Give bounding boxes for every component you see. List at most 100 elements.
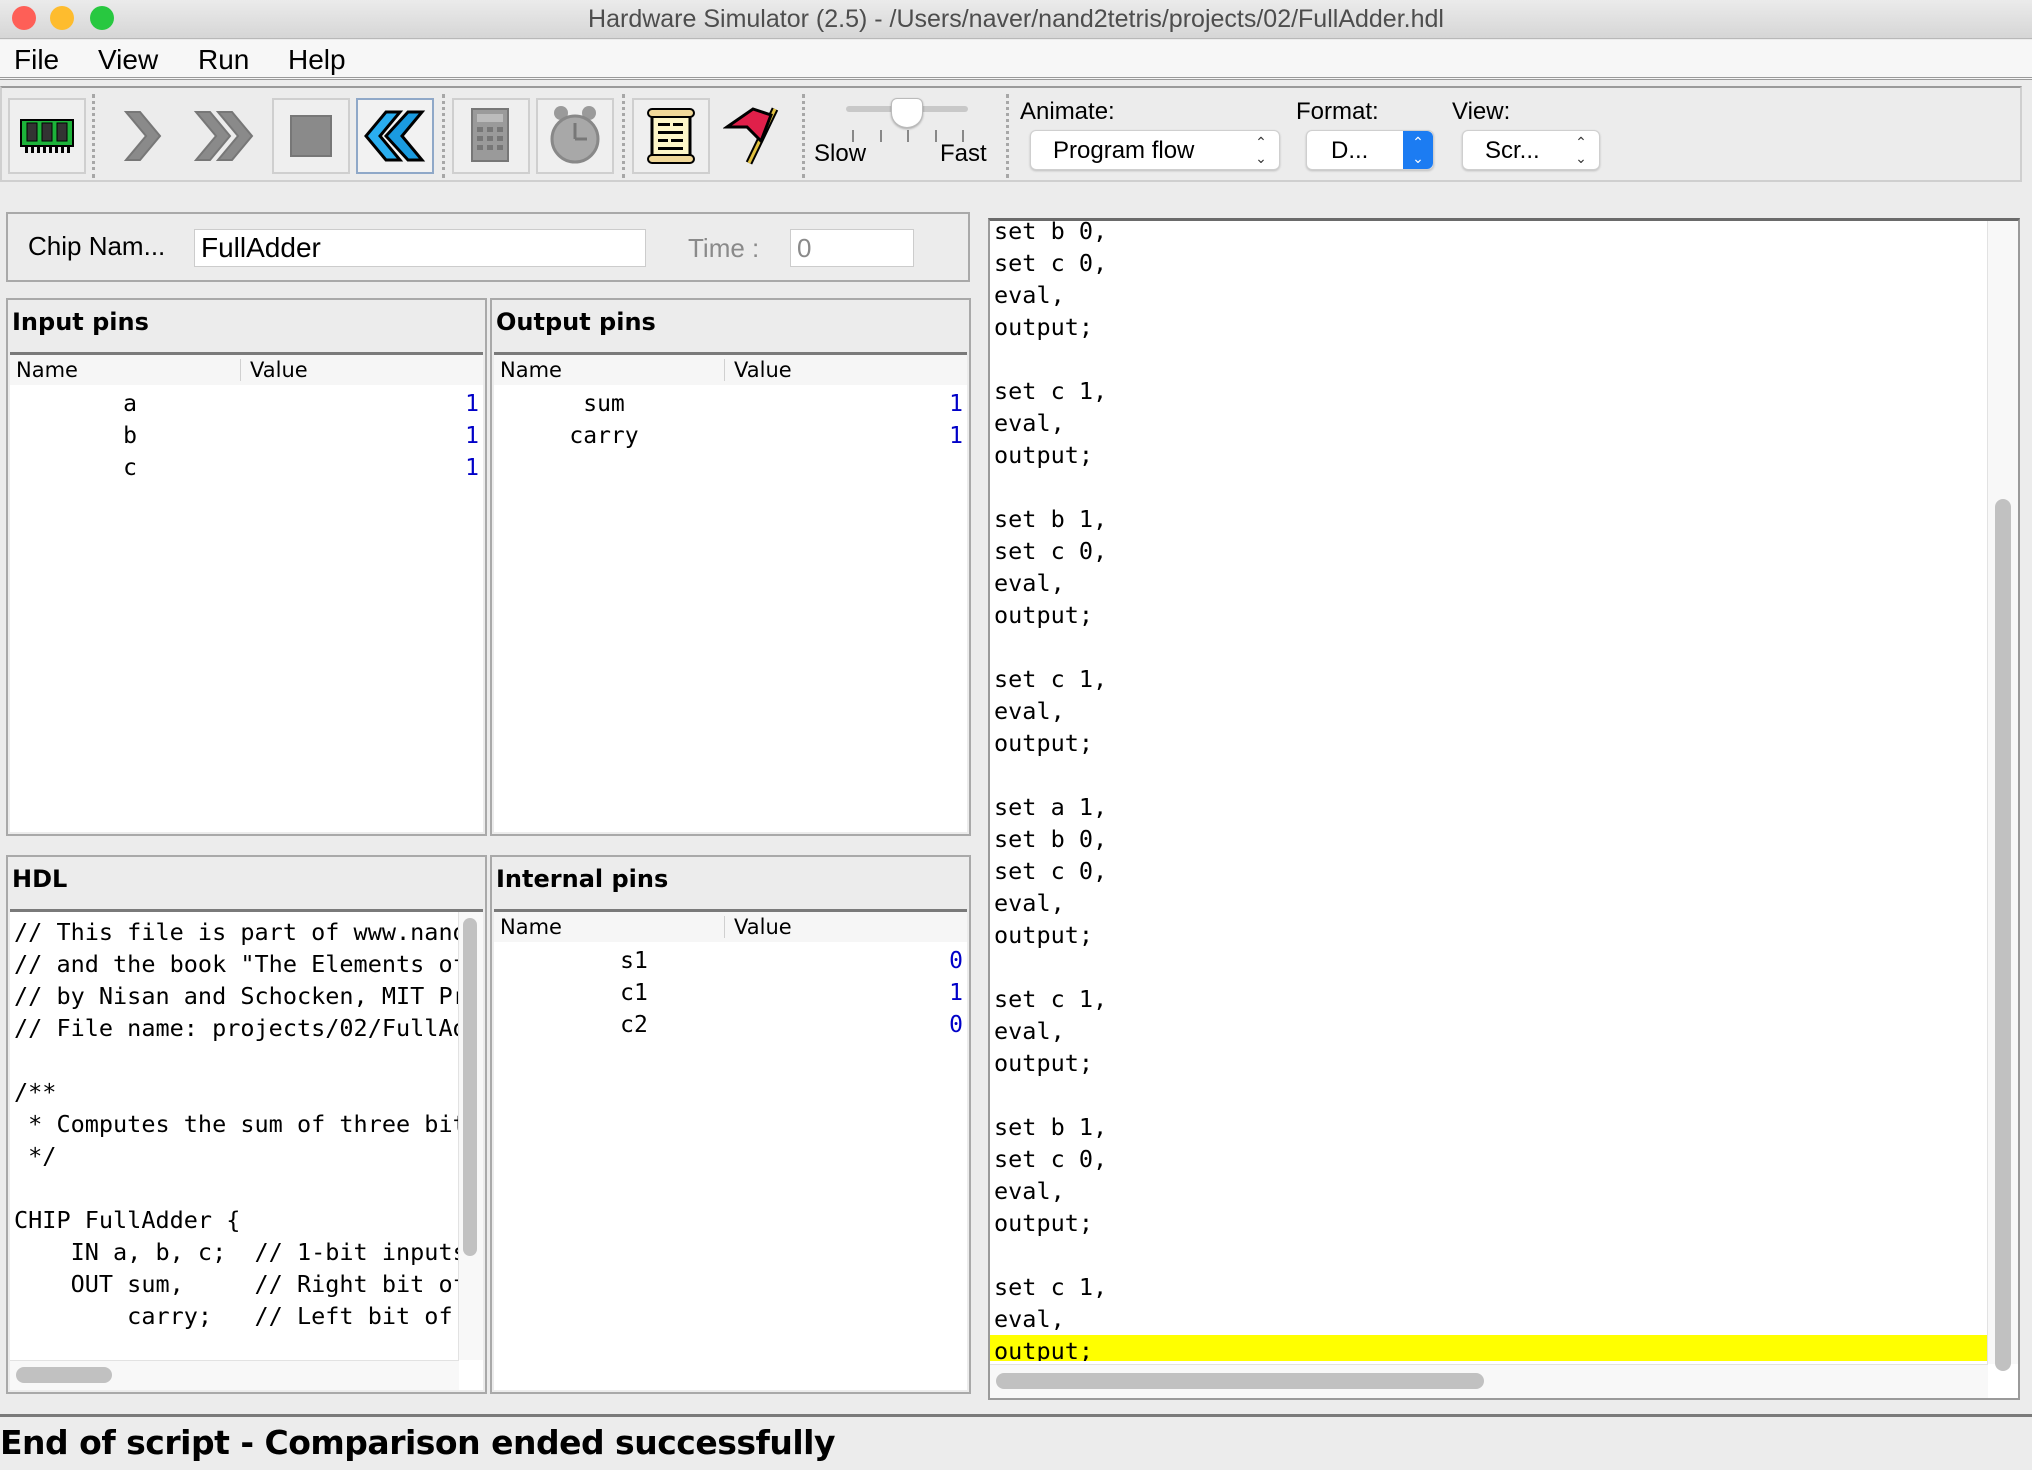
updown-chevron-icon: ⌃ ⌄ (1255, 134, 1267, 166)
code-line: // File name: projects/02/FullAd (14, 1014, 462, 1042)
pin-value[interactable]: 1 (465, 455, 479, 481)
scrollbar-thumb[interactable] (996, 1373, 1484, 1389)
format-label: Format: (1296, 98, 1379, 125)
script-line: set c 1, (994, 665, 1108, 693)
pin-name: a (123, 391, 137, 417)
script-line: set c 0, (994, 857, 1108, 885)
script-line: output; (994, 921, 1094, 949)
format-select[interactable]: D... ⌃ ⌄ (1306, 130, 1434, 170)
load-chip-icon (20, 119, 74, 153)
code-line: // by Nisan and Schocken, MIT Pr (14, 982, 462, 1010)
load-chip-button[interactable] (8, 98, 86, 174)
script-line (990, 471, 1990, 503)
current-script-line: output; (990, 1335, 1990, 1361)
script-line: set b 0, (994, 218, 1108, 245)
stop-button[interactable] (272, 98, 350, 174)
table-header: Name Value (494, 912, 967, 942)
column-value[interactable]: Value (250, 358, 308, 382)
reset-button[interactable] (356, 98, 434, 174)
input-pins-panel: Input pins Name Value a1b1c1 (6, 298, 487, 836)
script-line: set c 1, (994, 377, 1108, 405)
status-bar: End of script - Comparison ended success… (0, 1414, 2032, 1466)
load-script-button[interactable] (632, 98, 710, 174)
pin-name: b (123, 423, 137, 449)
pin-name: sum (583, 391, 625, 417)
menu-file[interactable]: File (14, 44, 59, 76)
code-line: // and the book "The Elements of (14, 950, 462, 978)
view-label: View: (1452, 98, 1511, 125)
tick-tock-button[interactable] (536, 98, 614, 174)
menu-bar: File View Run Help (0, 40, 2032, 80)
code-line: */ (14, 1142, 57, 1170)
column-name[interactable]: Name (500, 915, 562, 939)
output-pins-panel: Output pins Name Value sum 1 carry 1 (490, 298, 971, 836)
menu-view[interactable]: View (98, 44, 158, 76)
scrollbar-thumb[interactable] (16, 1367, 112, 1383)
breakpoints-button[interactable] (714, 98, 792, 174)
pin-name: c1 (620, 980, 648, 1006)
column-name[interactable]: Name (16, 358, 78, 382)
script-line: output; (994, 1049, 1094, 1077)
code-line: carry; // Left bit of (14, 1302, 453, 1330)
pin-value[interactable]: 1 (465, 423, 479, 449)
toolbar-separator (92, 94, 95, 178)
eval-calculator-icon (471, 108, 509, 162)
scrollbar-thumb[interactable] (463, 918, 477, 1256)
script-line: set c 0, (994, 1145, 1108, 1173)
hdl-vertical-scrollbar[interactable] (458, 912, 483, 1360)
pin-value[interactable]: 1 (465, 391, 479, 417)
code-line: OUT sum, // Right bit of (14, 1270, 462, 1298)
time-value: 0 (797, 233, 812, 263)
table-row: c1 1 (494, 980, 967, 1012)
table-row: c2 0 (494, 1012, 967, 1044)
single-step-button[interactable] (104, 98, 182, 174)
eval-button[interactable] (452, 98, 530, 174)
table-row: sum 1 (494, 391, 967, 423)
hdl-text-area[interactable]: // This file is part of www.nand // and t… (10, 909, 483, 1390)
slider-tick (934, 130, 937, 142)
column-value[interactable]: Value (734, 915, 792, 939)
table-header: Name Value (10, 355, 483, 385)
script-line (990, 951, 1990, 983)
script-horizontal-scrollbar[interactable] (990, 1364, 1988, 1398)
view-select[interactable]: Scr... ⌃ ⌄ (1462, 130, 1600, 170)
scrollbar-thumb[interactable] (1995, 499, 2011, 1371)
pin-value: 1 (949, 391, 963, 417)
script-icon (647, 108, 695, 164)
table-row: a1 (10, 391, 483, 423)
script-panel[interactable]: set b 0, set c 0, eval, output; set c 1, eval… (988, 218, 2020, 1400)
pin-name: carry (569, 423, 639, 449)
script-code: set b 0, set c 0, eval, output; set c 1, eval… (990, 218, 1990, 1361)
slider-thumb[interactable] (891, 98, 923, 128)
script-line: eval, (994, 281, 1065, 309)
table-row: c1 (10, 455, 483, 487)
table-row: s1 0 (494, 948, 967, 980)
slow-label: Slow (814, 140, 867, 167)
single-step-icon (123, 111, 162, 161)
pin-name: s1 (620, 948, 648, 974)
input-pins-table: Name Value a1b1c1 (10, 352, 483, 832)
toolbar-separator (802, 94, 805, 178)
run-button[interactable] (186, 98, 264, 174)
animate-select[interactable]: Program flow ⌃ ⌄ (1030, 130, 1280, 170)
pin-value: 1 (949, 423, 963, 449)
column-value[interactable]: Value (734, 358, 792, 382)
hdl-horizontal-scrollbar[interactable] (10, 1360, 459, 1390)
title-bar: Hardware Simulator (2.5) - /Users/naver/… (0, 0, 2032, 39)
script-line: eval, (994, 889, 1065, 917)
column-name[interactable]: Name (500, 358, 562, 382)
code-line: /** (14, 1078, 57, 1106)
script-vertical-scrollbar[interactable] (1987, 221, 2018, 1371)
status-message: End of script - Comparison ended success… (0, 1423, 835, 1462)
table-header: Name Value (494, 355, 967, 385)
chip-name-field[interactable]: FullAdder (194, 229, 646, 267)
script-line: set b 1, (994, 505, 1108, 533)
pin-value: 1 (949, 980, 963, 1006)
breakpoint-flag-icon (723, 107, 779, 165)
script-line: output; (994, 729, 1094, 757)
menu-help[interactable]: Help (288, 44, 346, 76)
menu-run[interactable]: Run (198, 44, 249, 76)
code-line: IN a, b, c; // 1-bit inputs (14, 1238, 462, 1266)
slider-tick (907, 130, 909, 142)
